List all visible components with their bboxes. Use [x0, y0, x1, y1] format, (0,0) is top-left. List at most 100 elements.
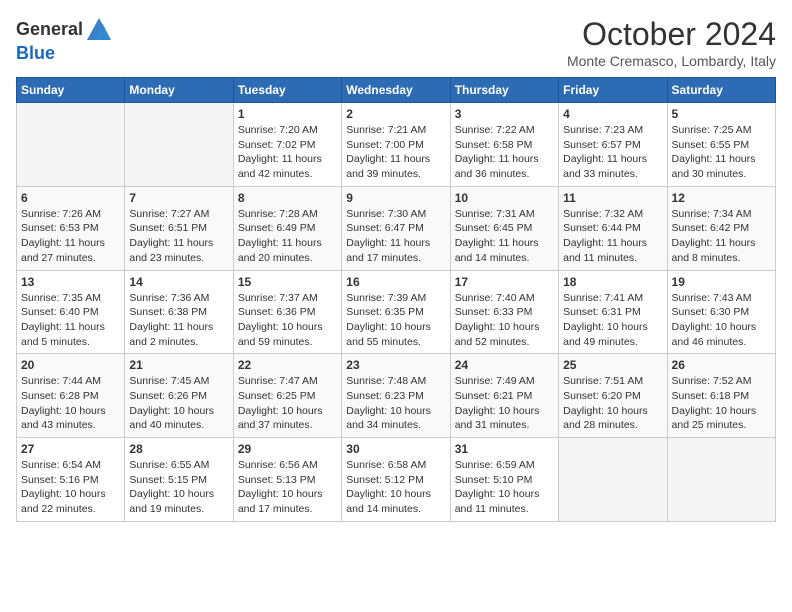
day-info: Sunrise: 7:36 AM Sunset: 6:38 PM Dayligh… [129, 291, 228, 350]
day-number: 16 [346, 275, 445, 289]
weekday-header-saturday: Saturday [667, 78, 775, 103]
calendar-week-row: 13 Sunrise: 7:35 AM Sunset: 6:40 PM Dayli… [17, 270, 776, 354]
day-number: 21 [129, 358, 228, 372]
day-info: Sunrise: 7:49 AM Sunset: 6:21 PM Dayligh… [455, 374, 554, 433]
calendar-cell: 10 Sunrise: 7:31 AM Sunset: 6:45 PM Dayli… [450, 186, 558, 270]
day-info: Sunrise: 7:30 AM Sunset: 6:47 PM Dayligh… [346, 207, 445, 266]
day-number: 31 [455, 442, 554, 456]
day-number: 26 [672, 358, 771, 372]
calendar-week-row: 1 Sunrise: 7:20 AM Sunset: 7:02 PM Daylig… [17, 103, 776, 187]
calendar-cell: 17 Sunrise: 7:40 AM Sunset: 6:33 PM Dayli… [450, 270, 558, 354]
calendar-week-row: 6 Sunrise: 7:26 AM Sunset: 6:53 PM Daylig… [17, 186, 776, 270]
page-header: General Blue October 2024 Monte Cremasco… [16, 16, 776, 69]
logo-blue-text: Blue [16, 43, 55, 63]
day-info: Sunrise: 7:44 AM Sunset: 6:28 PM Dayligh… [21, 374, 120, 433]
day-number: 7 [129, 191, 228, 205]
day-number: 12 [672, 191, 771, 205]
calendar-cell: 6 Sunrise: 7:26 AM Sunset: 6:53 PM Daylig… [17, 186, 125, 270]
weekday-header-wednesday: Wednesday [342, 78, 450, 103]
weekday-header-tuesday: Tuesday [233, 78, 341, 103]
day-info: Sunrise: 7:41 AM Sunset: 6:31 PM Dayligh… [563, 291, 662, 350]
weekday-header-thursday: Thursday [450, 78, 558, 103]
calendar-cell: 31 Sunrise: 6:59 AM Sunset: 5:10 PM Dayli… [450, 438, 558, 522]
day-info: Sunrise: 7:26 AM Sunset: 6:53 PM Dayligh… [21, 207, 120, 266]
day-number: 5 [672, 107, 771, 121]
day-info: Sunrise: 7:45 AM Sunset: 6:26 PM Dayligh… [129, 374, 228, 433]
title-block: October 2024 Monte Cremasco, Lombardy, I… [567, 16, 776, 69]
day-number: 2 [346, 107, 445, 121]
calendar-header: SundayMondayTuesdayWednesdayThursdayFrid… [17, 78, 776, 103]
calendar-cell: 16 Sunrise: 7:39 AM Sunset: 6:35 PM Dayli… [342, 270, 450, 354]
day-info: Sunrise: 6:54 AM Sunset: 5:16 PM Dayligh… [21, 458, 120, 517]
day-number: 10 [455, 191, 554, 205]
calendar-cell: 1 Sunrise: 7:20 AM Sunset: 7:02 PM Daylig… [233, 103, 341, 187]
day-number: 18 [563, 275, 662, 289]
calendar-cell: 13 Sunrise: 7:35 AM Sunset: 6:40 PM Dayli… [17, 270, 125, 354]
calendar-cell: 14 Sunrise: 7:36 AM Sunset: 6:38 PM Dayli… [125, 270, 233, 354]
calendar-table: SundayMondayTuesdayWednesdayThursdayFrid… [16, 77, 776, 522]
day-info: Sunrise: 7:51 AM Sunset: 6:20 PM Dayligh… [563, 374, 662, 433]
day-number: 3 [455, 107, 554, 121]
weekday-header-monday: Monday [125, 78, 233, 103]
day-number: 17 [455, 275, 554, 289]
day-number: 24 [455, 358, 554, 372]
day-number: 30 [346, 442, 445, 456]
calendar-cell: 9Sunrise: 7:30 AM Sunset: 6:47 PM Daylig… [342, 186, 450, 270]
calendar-cell: 8 Sunrise: 7:28 AM Sunset: 6:49 PM Daylig… [233, 186, 341, 270]
day-info: Sunrise: 7:23 AM Sunset: 6:57 PM Dayligh… [563, 123, 662, 182]
day-number: 25 [563, 358, 662, 372]
calendar-cell: 3Sunrise: 7:22 AM Sunset: 6:58 PM Daylig… [450, 103, 558, 187]
calendar-cell: 28Sunrise: 6:55 AM Sunset: 5:15 PM Dayli… [125, 438, 233, 522]
calendar-cell: 18 Sunrise: 7:41 AM Sunset: 6:31 PM Dayli… [559, 270, 667, 354]
day-number: 27 [21, 442, 120, 456]
day-info: Sunrise: 7:20 AM Sunset: 7:02 PM Dayligh… [238, 123, 337, 182]
day-number: 13 [21, 275, 120, 289]
day-info: Sunrise: 6:58 AM Sunset: 5:12 PM Dayligh… [346, 458, 445, 517]
logo: General Blue [16, 16, 113, 64]
weekday-header-friday: Friday [559, 78, 667, 103]
day-info: Sunrise: 7:48 AM Sunset: 6:23 PM Dayligh… [346, 374, 445, 433]
day-info: Sunrise: 6:59 AM Sunset: 5:10 PM Dayligh… [455, 458, 554, 517]
day-number: 1 [238, 107, 337, 121]
day-number: 6 [21, 191, 120, 205]
day-number: 14 [129, 275, 228, 289]
day-info: Sunrise: 7:35 AM Sunset: 6:40 PM Dayligh… [21, 291, 120, 350]
month-title: October 2024 [567, 16, 776, 53]
day-info: Sunrise: 7:39 AM Sunset: 6:35 PM Dayligh… [346, 291, 445, 350]
day-info: Sunrise: 7:25 AM Sunset: 6:55 PM Dayligh… [672, 123, 771, 182]
day-info: Sunrise: 6:55 AM Sunset: 5:15 PM Dayligh… [129, 458, 228, 517]
calendar-cell: 21 Sunrise: 7:45 AM Sunset: 6:26 PM Dayli… [125, 354, 233, 438]
calendar-cell: 24 Sunrise: 7:49 AM Sunset: 6:21 PM Dayli… [450, 354, 558, 438]
day-number: 8 [238, 191, 337, 205]
day-info: Sunrise: 7:34 AM Sunset: 6:42 PM Dayligh… [672, 207, 771, 266]
day-number: 15 [238, 275, 337, 289]
day-number: 4 [563, 107, 662, 121]
calendar-cell: 29Sunrise: 6:56 AM Sunset: 5:13 PM Dayli… [233, 438, 341, 522]
day-number: 29 [238, 442, 337, 456]
calendar-cell: 12 Sunrise: 7:34 AM Sunset: 6:42 PM Dayli… [667, 186, 775, 270]
day-number: 23 [346, 358, 445, 372]
weekday-header-row: SundayMondayTuesdayWednesdayThursdayFrid… [17, 78, 776, 103]
day-info: Sunrise: 7:27 AM Sunset: 6:51 PM Dayligh… [129, 207, 228, 266]
day-info: Sunrise: 7:28 AM Sunset: 6:49 PM Dayligh… [238, 207, 337, 266]
calendar-cell: 27 Sunrise: 6:54 AM Sunset: 5:16 PM Dayli… [17, 438, 125, 522]
calendar-body: 1 Sunrise: 7:20 AM Sunset: 7:02 PM Daylig… [17, 103, 776, 522]
day-info: Sunrise: 7:40 AM Sunset: 6:33 PM Dayligh… [455, 291, 554, 350]
calendar-cell: 25 Sunrise: 7:51 AM Sunset: 6:20 PM Dayli… [559, 354, 667, 438]
day-info: Sunrise: 7:31 AM Sunset: 6:45 PM Dayligh… [455, 207, 554, 266]
calendar-cell: 2 Sunrise: 7:21 AM Sunset: 7:00 PM Daylig… [342, 103, 450, 187]
day-info: Sunrise: 7:47 AM Sunset: 6:25 PM Dayligh… [238, 374, 337, 433]
day-number: 20 [21, 358, 120, 372]
logo-icon [85, 16, 113, 44]
day-info: Sunrise: 7:52 AM Sunset: 6:18 PM Dayligh… [672, 374, 771, 433]
day-info: Sunrise: 7:43 AM Sunset: 6:30 PM Dayligh… [672, 291, 771, 350]
calendar-cell: 4 Sunrise: 7:23 AM Sunset: 6:57 PM Daylig… [559, 103, 667, 187]
calendar-cell: 7 Sunrise: 7:27 AM Sunset: 6:51 PM Daylig… [125, 186, 233, 270]
location-title: Monte Cremasco, Lombardy, Italy [567, 53, 776, 69]
calendar-cell: 19Sunrise: 7:43 AM Sunset: 6:30 PM Dayli… [667, 270, 775, 354]
logo-general-text: General [16, 20, 83, 40]
day-info: Sunrise: 7:21 AM Sunset: 7:00 PM Dayligh… [346, 123, 445, 182]
calendar-week-row: 27 Sunrise: 6:54 AM Sunset: 5:16 PM Dayli… [17, 438, 776, 522]
calendar-cell: 5 Sunrise: 7:25 AM Sunset: 6:55 PM Daylig… [667, 103, 775, 187]
calendar-cell: 30 Sunrise: 6:58 AM Sunset: 5:12 PM Dayli… [342, 438, 450, 522]
